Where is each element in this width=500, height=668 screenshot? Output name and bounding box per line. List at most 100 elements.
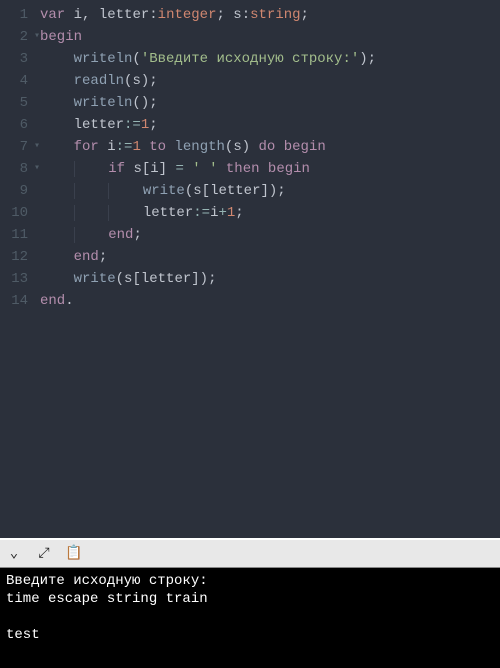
token-func: length [174, 139, 224, 155]
clipboard-icon[interactable]: 📋 [66, 546, 82, 562]
line-number: 8 [0, 158, 40, 180]
token-punct [260, 161, 268, 177]
line-code[interactable]: writeln('Введите исходную строку:'); [40, 48, 376, 70]
line-code[interactable]: write(s[letter]); [40, 180, 286, 202]
token-oper: := [124, 117, 141, 133]
token-str: ' ' [192, 161, 217, 177]
token-func: writeln [74, 95, 133, 111]
token-punct: ]); [260, 183, 285, 199]
line-code[interactable]: readln(s); [40, 70, 158, 92]
token-ident: letter [99, 7, 149, 23]
token-ident: letter [143, 205, 193, 221]
line-number: 10 [0, 202, 40, 224]
token-kw: then [226, 161, 260, 177]
code-line[interactable]: 13 write(s[letter]); [0, 268, 500, 290]
token-punct [275, 139, 283, 155]
token-punct: : [242, 7, 250, 23]
console-output: Введите исходную строку: time escape str… [0, 568, 500, 668]
token-punct: ) [242, 139, 259, 155]
code-line[interactable]: 12 end; [0, 246, 500, 268]
token-punct: ; [301, 7, 309, 23]
line-code[interactable]: for i:=1 to length(s) do begin [40, 136, 326, 158]
token-punct: ); [141, 73, 158, 89]
token-ident: letter [210, 183, 260, 199]
expand-icon[interactable]: ⤢ [36, 546, 52, 562]
code-line[interactable]: 9 write(s[letter]); [0, 180, 500, 202]
token-oper: := [193, 205, 210, 221]
code-line[interactable]: 1var i, letter:integer; s:string; [0, 4, 500, 26]
token-punct: ; [149, 117, 157, 133]
line-code[interactable]: var i, letter:integer; s:string; [40, 4, 309, 26]
token-punct: [ [142, 161, 150, 177]
token-oper: = [175, 161, 183, 177]
code-line[interactable]: 5 writeln(); [0, 92, 500, 114]
token-kw: end [40, 293, 65, 309]
line-number: 5 [0, 92, 40, 114]
code-line[interactable]: 6 letter:=1; [0, 114, 500, 136]
code-line[interactable]: 7 for i:=1 to length(s) do begin [0, 136, 500, 158]
token-ident: i [107, 139, 115, 155]
code-editor[interactable]: 1var i, letter:integer; s:string;2begin3… [0, 0, 500, 538]
line-code[interactable]: writeln(); [40, 92, 158, 114]
line-code[interactable]: end; [40, 246, 107, 268]
code-line[interactable]: 8 if s[i] = ' ' then begin [0, 158, 500, 180]
token-punct: ] [159, 161, 176, 177]
token-punct: ; [235, 205, 243, 221]
line-code[interactable]: end. [40, 290, 74, 312]
token-punct: (); [132, 95, 157, 111]
line-number: 13 [0, 268, 40, 290]
token-punct: , [82, 7, 99, 23]
line-number: 6 [0, 114, 40, 136]
token-kw: end [74, 249, 99, 265]
token-kw: end [108, 227, 133, 243]
token-punct: [ [132, 271, 140, 287]
token-punct: . [65, 293, 73, 309]
token-func: write [74, 271, 116, 287]
code-line[interactable]: 10 letter:=i+1; [0, 202, 500, 224]
token-type: string [250, 7, 300, 23]
code-line[interactable]: 3 writeln('Введите исходную строку:'); [0, 48, 500, 70]
line-code[interactable]: end; [40, 224, 142, 246]
token-str: 'Введите исходную строку:' [141, 51, 359, 67]
token-kw: var [40, 7, 65, 23]
code-line[interactable]: 2begin [0, 26, 500, 48]
code-line[interactable]: 4 readln(s); [0, 70, 500, 92]
line-number: 2 [0, 26, 40, 48]
console-toolbar: ⌄ ⤢ 📋 [0, 538, 500, 568]
line-number: 4 [0, 70, 40, 92]
token-ident: i [150, 161, 158, 177]
token-punct: : [149, 7, 157, 23]
token-func: write [143, 183, 185, 199]
line-number: 12 [0, 246, 40, 268]
code-line[interactable]: 14end. [0, 290, 500, 312]
token-kw: begin [40, 29, 82, 45]
line-number: 1 [0, 4, 40, 26]
token-punct [99, 139, 107, 155]
line-code[interactable]: letter:=i+1; [40, 202, 244, 224]
token-type: integer [158, 7, 217, 23]
token-ident: s [233, 139, 241, 155]
token-func: writeln [74, 51, 133, 67]
line-code[interactable]: write(s[letter]); [40, 268, 216, 290]
token-punct [65, 7, 73, 23]
token-kw: do [259, 139, 276, 155]
token-punct: ( [132, 51, 140, 67]
token-punct: [ [202, 183, 210, 199]
token-kw: if [108, 161, 125, 177]
token-ident: i [74, 7, 82, 23]
token-punct [218, 161, 226, 177]
token-kw: for [74, 139, 99, 155]
token-ident: s [233, 7, 241, 23]
line-code[interactable]: letter:=1; [40, 114, 158, 136]
code-line[interactable]: 11 end; [0, 224, 500, 246]
line-number: 11 [0, 224, 40, 246]
line-number: 7 [0, 136, 40, 158]
token-punct: ; [133, 227, 141, 243]
token-punct: ; [99, 249, 107, 265]
token-ident: s [193, 183, 201, 199]
token-num: 1 [132, 139, 140, 155]
token-punct: ( [185, 183, 193, 199]
collapse-icon[interactable]: ⌄ [6, 546, 22, 562]
line-code[interactable]: if s[i] = ' ' then begin [40, 158, 310, 180]
line-code[interactable]: begin [40, 26, 82, 48]
